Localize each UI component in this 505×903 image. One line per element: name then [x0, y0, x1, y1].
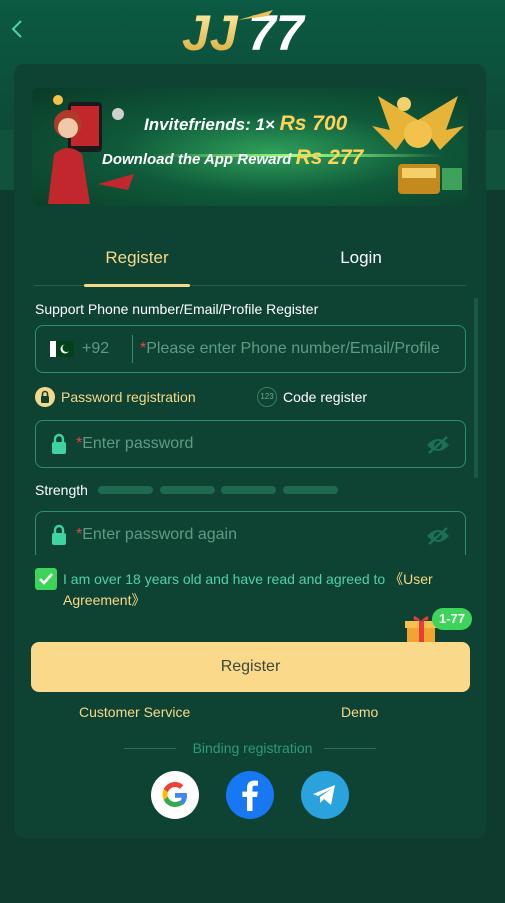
chevron-left-icon — [11, 20, 22, 38]
code-register-option[interactable]: 123 Code register — [257, 386, 367, 408]
svg-text:77: 77 — [248, 5, 306, 58]
pakistan-flag-icon — [50, 341, 74, 357]
eye-off-icon[interactable] — [425, 435, 451, 455]
telegram-icon — [313, 785, 335, 805]
strength-label: Strength — [35, 482, 88, 498]
agreement-text: I am over 18 years old and have read and… — [63, 571, 433, 608]
tab-register[interactable]: Register — [84, 238, 190, 287]
lock-icon — [52, 524, 66, 545]
auth-tabs: Register Login — [34, 238, 466, 287]
facebook-login-button[interactable] — [226, 771, 274, 819]
promo-banner[interactable]: Invitefriends: 1× Rs 700 Download the Ap… — [32, 88, 468, 206]
banner-download-text: Download the App Reward Rs 277 — [102, 146, 364, 169]
app-logo: JJ 77 — [182, 5, 306, 58]
password-again-input[interactable]: *Enter password again — [76, 526, 237, 544]
telegram-login-button[interactable] — [301, 771, 349, 819]
banner-eagle-image — [372, 96, 464, 194]
banner-invite-text: Invitefriends: 1× Rs 700 — [144, 112, 348, 135]
strength-bar — [98, 486, 153, 494]
support-label: Support Phone number/Email/Profile Regis… — [35, 301, 319, 317]
strength-bar — [283, 486, 338, 494]
demo-link[interactable]: Demo — [341, 704, 378, 720]
code-register-label: Code register — [283, 389, 368, 405]
country-code[interactable]: +92 — [82, 340, 109, 358]
code-icon: 123 — [257, 387, 277, 407]
svg-text:JJ: JJ — [182, 5, 239, 58]
field-divider — [132, 335, 133, 363]
google-icon — [162, 782, 187, 807]
phone-field[interactable]: +92 *Please enter Phone number/Email/Pro… — [35, 325, 466, 373]
register-button[interactable]: Register — [31, 642, 470, 692]
checkmark-icon — [39, 573, 53, 585]
password-field[interactable]: *Enter password — [35, 420, 466, 468]
phone-input[interactable]: *Please enter Phone number/Email/Profile — [140, 340, 440, 358]
lock-icon — [35, 387, 55, 407]
eye-off-icon[interactable] — [425, 526, 451, 546]
divider-line — [324, 748, 376, 749]
facebook-icon — [242, 780, 258, 811]
agree-checkbox[interactable] — [35, 568, 57, 590]
strength-bar — [160, 486, 215, 494]
back-button[interactable] — [6, 18, 28, 40]
password-registration-label: Password registration — [61, 389, 196, 405]
customer-service-link[interactable]: Customer Service — [79, 704, 190, 720]
password-input[interactable]: *Enter password — [76, 435, 193, 453]
binding-registration-label: Binding registration — [192, 740, 313, 756]
password-registration-option[interactable]: Password registration — [35, 386, 196, 408]
scrollbar[interactable] — [474, 298, 478, 478]
tab-login[interactable]: Login — [304, 238, 418, 286]
gift-badge: 1-77 — [432, 608, 472, 630]
lock-icon — [52, 433, 66, 454]
strength-bar — [221, 486, 276, 494]
google-login-button[interactable] — [151, 771, 199, 819]
password-again-field[interactable]: *Enter password again — [35, 511, 466, 555]
